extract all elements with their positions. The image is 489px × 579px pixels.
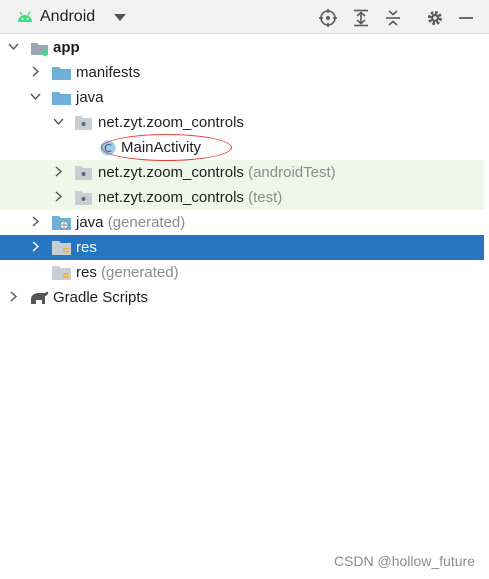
tree-item-res[interactable]: res	[0, 235, 484, 260]
tree-item-label: Gradle Scripts	[53, 289, 149, 306]
project-view-selector[interactable]: Android	[40, 8, 95, 26]
chevron-right-icon[interactable]	[55, 191, 63, 202]
module-folder-icon	[31, 43, 48, 56]
tree-item-label: manifests	[76, 64, 141, 81]
tree-item-java[interactable]: java	[0, 85, 484, 110]
tree-item-package-android-test[interactable]: net.zyt.zoom_controls (androidTest)	[0, 160, 484, 185]
locate-icon[interactable]	[319, 9, 337, 27]
resource-folder-icon	[52, 266, 71, 280]
tree-item-app[interactable]: app	[0, 35, 484, 60]
tree-item-main-activity[interactable]: C MainActivity	[0, 135, 484, 160]
watermark: CSDN @hollow_future	[333, 553, 475, 569]
tree-item-gradle-scripts[interactable]: Gradle Scripts	[0, 285, 484, 310]
minimize-icon[interactable]	[458, 9, 474, 27]
chevron-down-icon[interactable]	[8, 43, 19, 51]
folder-icon	[52, 67, 71, 80]
tree-item-java-generated[interactable]: java (generated)	[0, 210, 484, 235]
tree-item-label: net.zyt.zoom_controls	[98, 114, 244, 131]
chevron-right-icon[interactable]	[32, 216, 40, 227]
tree-item-label: net.zyt.zoom_controls (test)	[98, 189, 283, 206]
tree-item-label: res (generated)	[76, 264, 179, 281]
gradle-icon	[31, 291, 49, 304]
package-icon	[75, 191, 92, 205]
generated-folder-icon	[52, 216, 71, 230]
tree-item-label: res	[76, 239, 97, 256]
tree-item-manifests[interactable]: manifests	[0, 60, 484, 85]
package-icon	[75, 116, 92, 130]
project-toolbar: Android	[0, 0, 489, 34]
chevron-right-icon[interactable]	[32, 241, 40, 252]
gear-icon[interactable]	[426, 9, 444, 27]
tree-item-res-generated[interactable]: res (generated)	[0, 260, 484, 285]
chevron-right-icon[interactable]	[10, 291, 18, 302]
android-icon	[18, 11, 32, 22]
tree-item-label: app	[53, 39, 80, 56]
chevron-down-icon[interactable]	[53, 118, 64, 126]
tree-item-label: java	[76, 89, 104, 106]
tree-item-package-main[interactable]: net.zyt.zoom_controls	[0, 110, 484, 135]
package-icon	[75, 166, 92, 180]
chevron-right-icon[interactable]	[55, 166, 63, 177]
chevron-down-icon[interactable]	[30, 93, 41, 101]
tree-item-label: net.zyt.zoom_controls (androidTest)	[98, 164, 336, 181]
folder-icon	[52, 92, 71, 105]
tree-item-label: java (generated)	[76, 214, 186, 231]
chevron-right-icon[interactable]	[32, 66, 40, 77]
expand-all-icon[interactable]	[352, 9, 370, 27]
collapse-all-icon[interactable]	[384, 9, 402, 27]
dropdown-chevron-icon[interactable]	[114, 14, 126, 21]
annotation-oval	[101, 134, 232, 161]
tree-item-package-test[interactable]: net.zyt.zoom_controls (test)	[0, 185, 484, 210]
resource-folder-icon	[52, 241, 71, 255]
